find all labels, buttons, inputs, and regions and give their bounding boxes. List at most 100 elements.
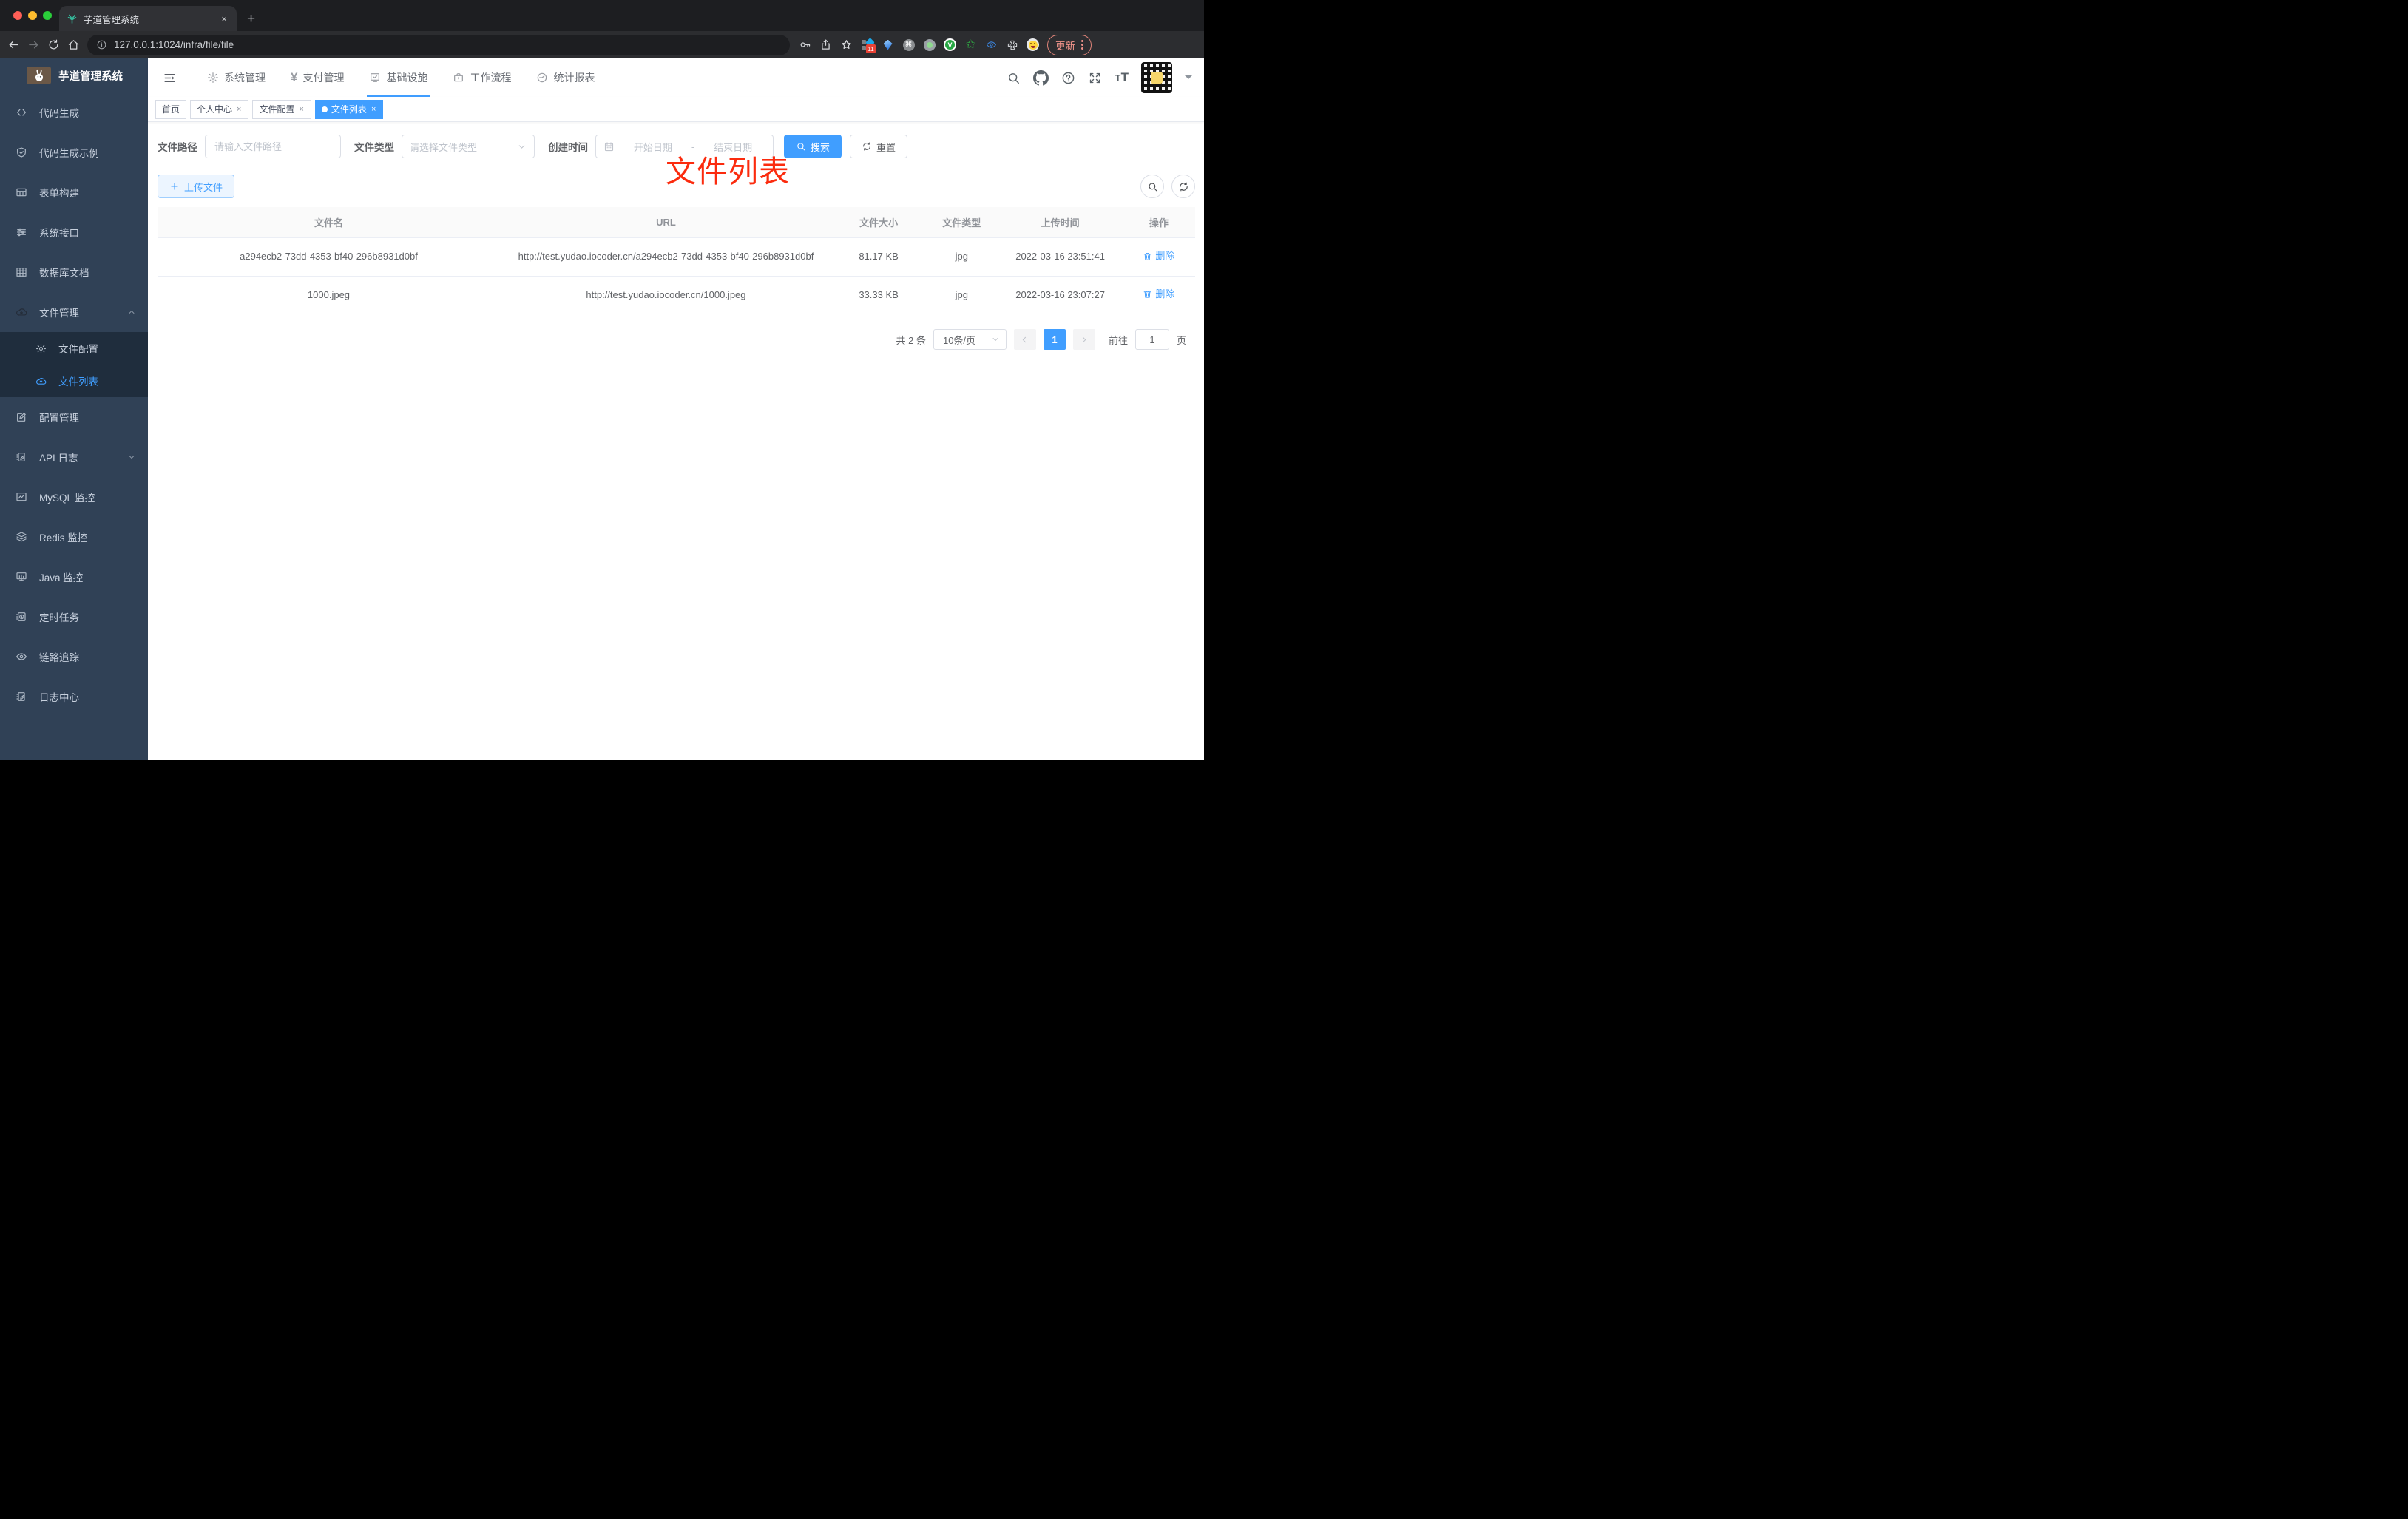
user-avatar-qr[interactable]: [1141, 62, 1172, 93]
tag-profile[interactable]: 个人中心 ×: [190, 99, 249, 119]
sidebar-item-log-center[interactable]: 日志中心: [0, 677, 148, 717]
sidebar-item-code-gen[interactable]: 代码生成: [0, 92, 148, 132]
help-icon[interactable]: [1061, 71, 1075, 85]
eye-extension-icon[interactable]: [985, 38, 998, 51]
cell-url: http://test.yudao.iocoder.cn/1000.jpeg: [499, 276, 832, 315]
reset-button[interactable]: 重置: [850, 135, 908, 158]
recorder-extension-icon[interactable]: [923, 38, 936, 51]
font-size-icon[interactable]: тT: [1115, 70, 1129, 85]
close-window-button[interactable]: [13, 11, 22, 20]
file-path-input[interactable]: [205, 135, 341, 158]
refresh-table-button[interactable]: [1171, 175, 1195, 198]
prev-page-button[interactable]: [1013, 329, 1036, 351]
bookmark-star-icon[interactable]: [840, 38, 853, 51]
search-button[interactable]: 搜索: [784, 135, 842, 158]
app-header: 系统管理 ¥ 支付管理 基础设施 工作流程 统计报表 тT: [148, 58, 1204, 97]
sidebar-item-file-manage[interactable]: 文件管理: [0, 292, 148, 332]
table-row: 1000.jpeg http://test.yudao.iocoder.cn/1…: [158, 276, 1195, 315]
gear-icon: [207, 72, 219, 84]
page-size-select[interactable]: 10条/页: [933, 329, 1007, 351]
site-info-icon[interactable]: [96, 39, 107, 50]
top-nav-pay[interactable]: ¥ 支付管理: [281, 58, 354, 97]
close-tag-icon[interactable]: ×: [236, 105, 242, 114]
sidebar-item-trace[interactable]: 链路追踪: [0, 637, 148, 677]
page-number-button[interactable]: 1: [1043, 329, 1066, 351]
favicon-leaf-icon: [67, 13, 78, 24]
maximize-window-button[interactable]: [43, 11, 52, 20]
reload-icon[interactable]: [47, 38, 60, 51]
file-type-select[interactable]: 请选择文件类型: [402, 135, 535, 158]
home-icon[interactable]: [67, 38, 80, 51]
log-pen-icon: [16, 451, 27, 463]
cell-file-size: 81.17 KB: [831, 237, 926, 277]
sidebar-item-api-log[interactable]: API 日志: [0, 437, 148, 477]
sidebar-item-scheduled-task[interactable]: 定时任务: [0, 597, 148, 637]
chart-icon: [16, 491, 27, 503]
cell-file-name: a294ecb2-73dd-4353-bf40-296b8931d0bf: [158, 237, 500, 277]
forward-icon[interactable]: [27, 38, 40, 51]
top-nav-system[interactable]: 系统管理: [197, 58, 275, 97]
extensions-puzzle-icon[interactable]: [1006, 38, 1018, 51]
screen: 芋道管理系统 × + 127.0.0.1:1024/infra/file/fil…: [0, 0, 1204, 760]
window-controls: [13, 11, 52, 20]
green-star-extension-icon[interactable]: ✩: [964, 38, 977, 51]
sidebar-item-file-config[interactable]: 文件配置: [0, 332, 148, 365]
col-url: URL: [499, 207, 832, 238]
top-nav-workflow[interactable]: 工作流程: [443, 58, 521, 97]
table-row: a294ecb2-73dd-4353-bf40-296b8931d0bf htt…: [158, 237, 1195, 277]
password-key-icon[interactable]: [799, 38, 811, 51]
sidebar-item-config-manage[interactable]: 配置管理: [0, 397, 148, 437]
fullscreen-icon[interactable]: [1088, 71, 1102, 85]
tag-file-list[interactable]: 文件列表 ×: [314, 99, 384, 119]
avatar-caret-icon[interactable]: [1185, 75, 1192, 83]
pinned-extension-icon[interactable]: 11: [861, 38, 876, 53]
github-icon[interactable]: [1033, 70, 1049, 86]
close-tag-icon[interactable]: ×: [298, 105, 304, 114]
minimize-window-button[interactable]: [28, 11, 37, 20]
sidebar-item-code-demo[interactable]: 代码生成示例: [0, 132, 148, 172]
balloon-extension-icon[interactable]: [882, 38, 894, 51]
close-tab-icon[interactable]: ×: [219, 13, 229, 24]
collapse-sidebar-icon[interactable]: [155, 71, 184, 85]
sliders-icon: [16, 226, 27, 238]
share-icon[interactable]: [819, 38, 832, 51]
tag-home[interactable]: 首页: [155, 99, 187, 119]
close-tag-icon[interactable]: ×: [371, 105, 376, 114]
table-tools: [1140, 175, 1195, 198]
browser-menu-icon[interactable]: [1081, 40, 1083, 50]
total-count: 共 2 条: [896, 334, 926, 346]
refresh-icon: [862, 141, 872, 152]
profile-avatar[interactable]: [1027, 38, 1039, 51]
browser-tab-title: 芋道管理系统: [84, 14, 140, 25]
chrome-update-button[interactable]: 更新: [1047, 34, 1092, 55]
sidebar-item-form-builder[interactable]: 表单构建: [0, 172, 148, 212]
toggle-search-button[interactable]: [1140, 175, 1164, 198]
goto-page-input[interactable]: [1134, 329, 1169, 351]
new-tab-button[interactable]: +: [247, 12, 255, 26]
sidebar-item-redis-monitor[interactable]: Redis 监控: [0, 517, 148, 557]
back-icon[interactable]: [7, 38, 20, 51]
form-icon: [16, 186, 27, 198]
top-nav-infra[interactable]: 基础设施: [359, 58, 437, 97]
sidebar-item-mysql-monitor[interactable]: MySQL 监控: [0, 477, 148, 517]
search-icon[interactable]: [1007, 71, 1021, 85]
upload-file-button[interactable]: 上传文件: [158, 175, 235, 198]
command-extension-icon[interactable]: ⌘: [902, 38, 915, 51]
top-nav-report[interactable]: 统计报表: [527, 58, 604, 97]
sidebar-item-db-doc[interactable]: 数据库文档: [0, 252, 148, 292]
trash-icon: [1143, 251, 1152, 261]
sidebar-item-java-monitor[interactable]: Java 监控: [0, 557, 148, 597]
chevron-up-icon: [127, 308, 136, 317]
vue-devtools-icon[interactable]: V: [944, 38, 956, 51]
sidebar-item-file-list[interactable]: 文件列表: [0, 365, 148, 397]
delete-button[interactable]: 删除: [1143, 248, 1174, 263]
main-area: 文件列表 系统管理 ¥ 支付管理 基础设施 工作流程 统计报表 тT 首页 个人…: [148, 58, 1204, 760]
next-page-button[interactable]: [1072, 329, 1095, 351]
address-bar[interactable]: 127.0.0.1:1024/infra/file/file: [87, 34, 790, 55]
sidebar-item-system-api[interactable]: 系统接口: [0, 212, 148, 252]
sidebar-logo[interactable]: 芋道管理系统: [0, 58, 148, 92]
delete-button[interactable]: 删除: [1143, 287, 1174, 302]
browser-tab[interactable]: 芋道管理系统 ×: [59, 6, 237, 31]
tag-file-config[interactable]: 文件配置 ×: [252, 99, 311, 119]
page-unit-label: 页: [1176, 334, 1186, 346]
